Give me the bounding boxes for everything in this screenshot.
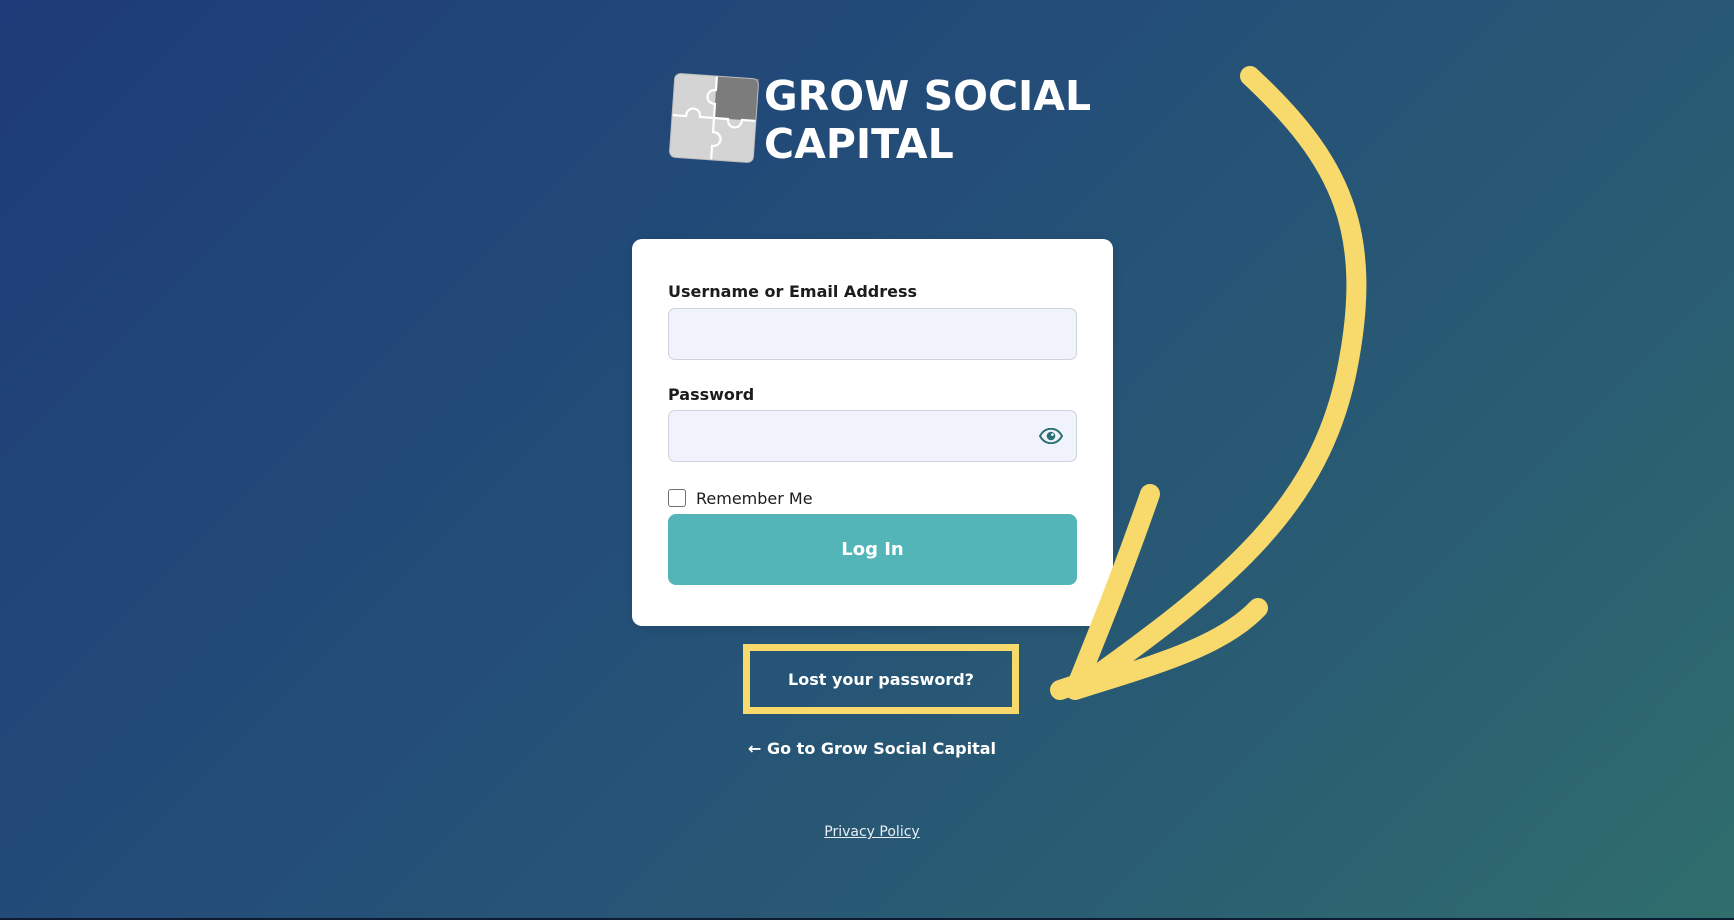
privacy-policy-link[interactable]: Privacy Policy	[760, 820, 984, 844]
logo-line-2: CAPITAL	[764, 120, 954, 168]
username-label: Username or Email Address	[668, 282, 918, 301]
password-input[interactable]	[668, 410, 1077, 462]
username-input[interactable]	[668, 308, 1077, 360]
logo-line-1: GROW SOCIAL	[764, 72, 1092, 120]
back-to-site-link[interactable]: ← Go to Grow Social Capital	[660, 736, 1084, 760]
logo-wordmark: GROW SOCIAL CAPITAL	[764, 72, 1091, 168]
remember-me-row[interactable]: Remember Me	[668, 487, 813, 509]
login-form: Username or Email Address Password Remem…	[632, 239, 1113, 626]
eye-icon	[1039, 428, 1063, 444]
login-page: GROW SOCIAL CAPITAL Username or Email Ad…	[0, 0, 1734, 918]
show-password-button[interactable]	[1036, 423, 1066, 449]
site-logo[interactable]: GROW SOCIAL CAPITAL	[668, 70, 1091, 170]
remember-me-label[interactable]: Remember Me	[696, 489, 813, 508]
remember-me-checkbox[interactable]	[668, 489, 686, 507]
login-button[interactable]: Log In	[668, 514, 1077, 585]
puzzle-logo-icon	[669, 73, 759, 163]
password-label: Password	[668, 385, 755, 404]
lost-password-link[interactable]: Lost your password?	[750, 651, 1012, 707]
